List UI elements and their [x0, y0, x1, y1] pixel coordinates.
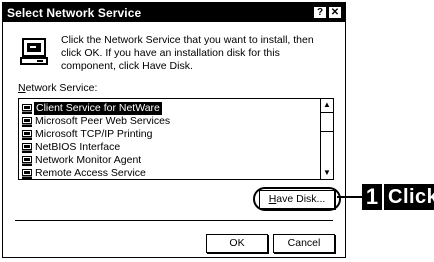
select-network-service-dialog: Select Network Service ? ✕ Click the Net… — [2, 2, 346, 258]
step-instruction: Click — [384, 184, 434, 210]
network-service-icon — [22, 168, 32, 179]
help-button[interactable]: ? — [313, 6, 327, 19]
service-list-item[interactable]: NetBIOS Interface — [22, 141, 319, 154]
step-callout: 1 Click — [362, 184, 434, 210]
network-service-icon — [22, 142, 32, 153]
service-list-item[interactable]: Network Monitor Agent — [22, 154, 319, 167]
service-list-item[interactable]: Microsoft TCP/IP Printing — [22, 128, 319, 141]
cancel-button[interactable]: Cancel — [273, 234, 335, 253]
scroll-thumb[interactable] — [321, 112, 333, 132]
network-service-listbox[interactable]: Client Service for NetWare Microsoft Peer… — [18, 98, 334, 180]
network-service-icon — [22, 129, 32, 140]
service-name: Network Monitor Agent — [35, 154, 142, 166]
title-bar: Select Network Service ? ✕ — [3, 3, 345, 22]
service-name: Client Service for NetWare — [34, 102, 162, 115]
service-list-item[interactable]: Microsoft Peer Web Services — [22, 115, 319, 128]
service-list-item[interactable]: Remote Access Service — [22, 167, 319, 179]
callout-pointer-line — [337, 196, 363, 198]
service-name: Microsoft TCP/IP Printing — [35, 128, 153, 140]
network-service-label: Network Service: — [18, 82, 98, 94]
service-list-item[interactable]: Client Service for NetWare — [22, 102, 319, 115]
network-service-icon — [22, 116, 32, 127]
step-number-badge: 1 — [362, 184, 382, 210]
scroll-down-arrow-icon[interactable]: ▼ — [321, 167, 333, 179]
service-name: Remote Access Service — [35, 167, 146, 179]
computer-icon — [20, 38, 48, 65]
dialog-title: Select Network Service — [7, 6, 142, 20]
intro-text: Click the Network Service that you want … — [61, 34, 314, 72]
service-name: NetBIOS Interface — [35, 141, 121, 153]
have-disk-button[interactable]: Have Disk... — [259, 190, 335, 209]
button-divider — [15, 220, 333, 221]
network-service-icon — [22, 155, 32, 166]
network-service-icon — [22, 103, 32, 114]
scroll-up-arrow-icon[interactable]: ▲ — [321, 99, 333, 111]
service-list: Client Service for NetWare Microsoft Peer… — [22, 102, 319, 179]
ok-button[interactable]: OK — [206, 234, 268, 253]
close-button[interactable]: ✕ — [328, 6, 342, 19]
service-name: Microsoft Peer Web Services — [35, 115, 171, 127]
list-scrollbar[interactable]: ▲ ▼ — [320, 99, 333, 179]
